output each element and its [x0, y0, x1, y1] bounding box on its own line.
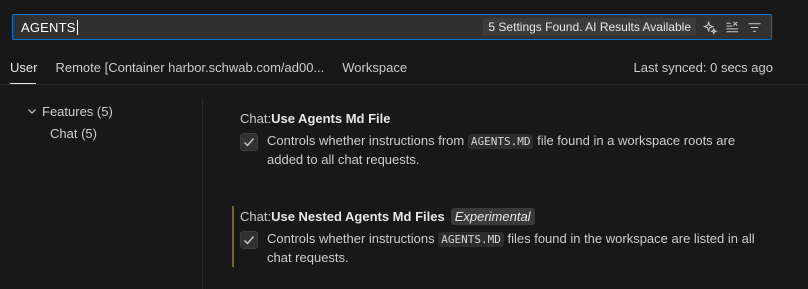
- text-caret: [76, 19, 78, 35]
- setting-title: Chat: Use Agents Md File: [240, 108, 792, 128]
- settings-editor: AGENTS 5 Settings Found. AI Results Avai…: [0, 0, 808, 289]
- tab-user[interactable]: User: [0, 50, 46, 84]
- search-input-value: AGENTS: [21, 19, 76, 35]
- inline-code: AGENTS.MD: [467, 134, 534, 149]
- checkmark-icon: [244, 236, 255, 245]
- inline-code: AGENTS.MD: [438, 232, 504, 247]
- settings-scope-tabs: User Remote [Container harbor.schwab.com…: [0, 50, 808, 84]
- toc-item-chat-label: Chat (5): [50, 125, 97, 141]
- setting-description: Controls whether instructions from AGENT…: [267, 132, 767, 169]
- setting-description: Controls whether instructions AGENTS.MD …: [267, 230, 767, 267]
- search-input[interactable]: AGENTS: [13, 15, 483, 39]
- toc-splitter[interactable]: [202, 98, 203, 289]
- setting-use-nested-agents-md-files: Chat: Use Nested Agents Md Files Experim…: [232, 206, 792, 267]
- setting-category: Chat:: [240, 110, 272, 126]
- setting-name: Use Nested Agents Md Files: [271, 208, 445, 224]
- chevron-down-icon: [24, 103, 40, 119]
- setting-name: Use Agents Md File: [271, 110, 391, 126]
- experimental-tag: Experimental: [450, 207, 535, 225]
- settings-search-box[interactable]: AGENTS 5 Settings Found. AI Results Avai…: [12, 14, 772, 40]
- settings-toc: Features (5) Chat (5): [24, 100, 194, 144]
- search-actions: [702, 19, 771, 36]
- setting-use-agents-md-file: Chat: Use Agents Md File Controls whethe…: [232, 108, 792, 169]
- toc-item-features-label: Features (5): [42, 103, 113, 119]
- setting-category: Chat:: [240, 208, 272, 224]
- tab-workspace[interactable]: Workspace: [333, 50, 416, 84]
- ai-sparkle-icon[interactable]: [702, 19, 719, 36]
- clear-filter-icon[interactable]: [724, 19, 741, 36]
- setting-title: Chat: Use Nested Agents Md Files Experim…: [240, 206, 792, 226]
- description-text: Controls whether instructions: [267, 231, 439, 246]
- filter-icon[interactable]: [746, 19, 763, 36]
- results-count-badge: 5 Settings Found. AI Results Available: [483, 18, 696, 36]
- toc-item-features[interactable]: Features (5): [24, 100, 194, 122]
- tabs-divider: [0, 84, 808, 85]
- description-text: Controls whether instructions from: [267, 133, 468, 148]
- toc-item-chat[interactable]: Chat (5): [24, 122, 194, 144]
- tab-remote[interactable]: Remote [Container harbor.schwab.com/ad00…: [46, 50, 333, 84]
- setting-checkbox[interactable]: [240, 133, 258, 151]
- checkmark-icon: [244, 138, 255, 147]
- setting-checkbox[interactable]: [240, 231, 258, 249]
- last-synced-status: Last synced: 0 secs ago: [633, 59, 773, 75]
